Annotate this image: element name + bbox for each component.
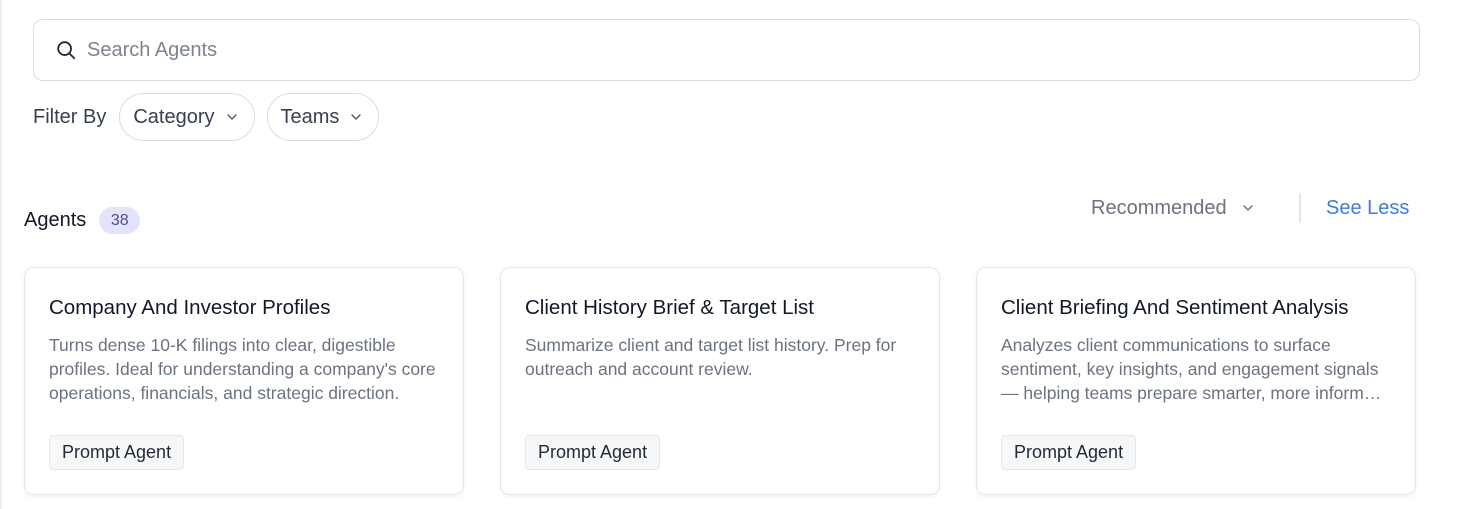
- teams-filter-dropdown[interactable]: Teams: [266, 93, 380, 141]
- agent-card-description: Summarize client and target list history…: [525, 335, 897, 379]
- search-bar[interactable]: [33, 19, 1420, 81]
- agent-card-description: Turns dense 10-K filings into clear, dig…: [49, 335, 436, 403]
- filter-by-label: Filter By: [33, 105, 107, 128]
- agents-heading: Agents 38: [24, 207, 141, 234]
- agent-card-title: Company And Investor Profiles: [49, 296, 331, 319]
- chevron-down-icon: [225, 110, 239, 124]
- category-filter-dropdown[interactable]: Category: [119, 93, 255, 141]
- teams-filter-label: Teams: [280, 105, 340, 128]
- agent-type-tag: Prompt Agent: [525, 435, 661, 470]
- agent-type-tag: Prompt Agent: [1001, 435, 1137, 470]
- category-filter-label: Category: [133, 105, 215, 128]
- filter-row: Filter By Category Teams: [33, 93, 391, 141]
- agent-card-description: Analyzes client communications to surfac…: [1001, 335, 1384, 403]
- agent-type-tag: Prompt Agent: [49, 435, 185, 470]
- agent-card-title: Client History Brief & Target List: [525, 296, 815, 319]
- agents-count-badge: 38: [99, 207, 141, 234]
- page-left-border: [0, 0, 2, 509]
- see-less-link[interactable]: See Less: [1326, 193, 1409, 223]
- agent-card-title: Client Briefing And Sentiment Analysis: [1001, 296, 1349, 319]
- sort-label: Recommended: [1091, 196, 1227, 219]
- chevron-down-icon: [349, 110, 363, 124]
- search-icon: [55, 39, 77, 61]
- header-divider: [1299, 193, 1301, 223]
- chevron-down-icon: [1241, 201, 1255, 215]
- agent-card[interactable]: Client Briefing And Sentiment Analysis A…: [976, 267, 1416, 495]
- agents-title: Agents: [24, 209, 87, 231]
- sort-dropdown[interactable]: Recommended: [1091, 193, 1255, 223]
- agent-card[interactable]: Client History Brief & Target List Summa…: [500, 267, 940, 495]
- agent-card[interactable]: Company And Investor Profiles Turns dens…: [24, 267, 464, 495]
- search-input[interactable]: [87, 32, 1387, 68]
